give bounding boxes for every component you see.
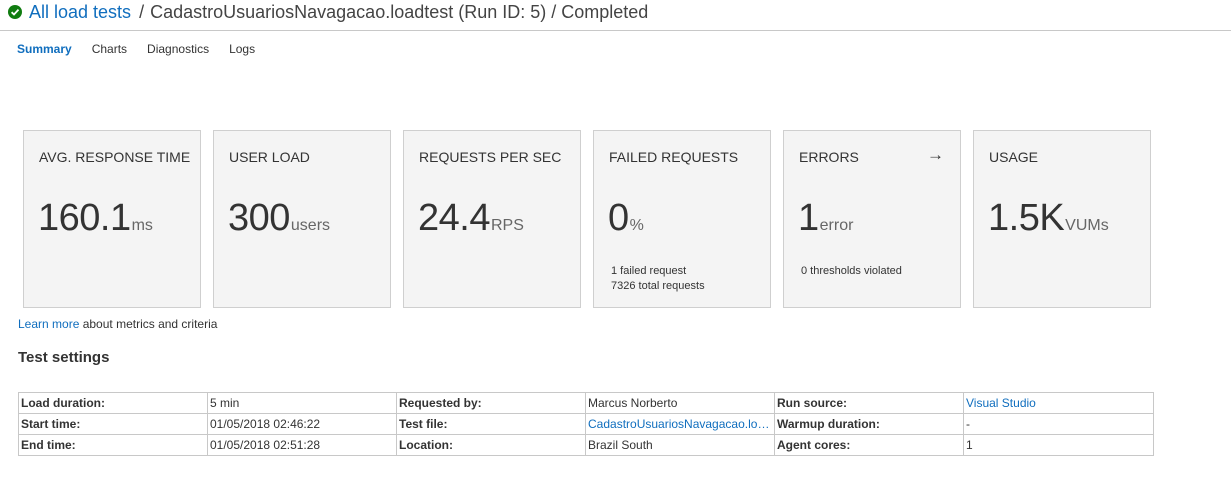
failed-request-count: 1 failed request [611,265,687,277]
tab-bar: Summary Charts Diagnostics Logs [17,42,275,56]
table-row: End time: 01/05/2018 02:51:28 Location: … [18,434,1154,456]
learn-more-line: Learn more about metrics and criteria [18,317,217,331]
all-load-tests-link[interactable]: All load tests [29,2,131,23]
thresholds-violated: 0 thresholds violated [801,265,902,277]
total-request-count: 7326 total requests [611,280,705,292]
page-title: CadastroUsuariosNavagacao.loadtest (Run … [150,1,649,22]
end-time-value: 01/05/2018 02:51:28 [207,434,397,456]
arrow-right-icon[interactable]: → [927,145,944,165]
requested-by-label: Requested by: [396,392,586,414]
requests-per-sec-card: REQUESTS PER SEC 24.4RPS [403,130,581,308]
errors-card[interactable]: ERRORS → 1error 0 thresholds violated [783,130,961,308]
metric-number: 300 [228,197,290,239]
load-duration-value: 5 min [207,392,397,414]
load-duration-label: Load duration: [18,392,208,414]
warmup-duration-label: Warmup duration: [774,413,964,435]
metric-unit: ms [131,217,153,234]
metric-number: 1.5K [988,197,1065,239]
run-source-link[interactable]: Visual Studio [963,392,1154,414]
card-value: 300users [228,197,330,240]
check-circle-icon [8,5,22,19]
test-file-label: Test file: [396,413,586,435]
metric-number: 160.1 [38,197,131,239]
usage-card: USAGE 1.5KVUMs [973,130,1151,308]
user-load-card: USER LOAD 300users [213,130,391,308]
metric-number: 0 [608,197,629,239]
tab-diagnostics[interactable]: Diagnostics [147,42,209,56]
learn-more-link[interactable]: Learn more [18,317,79,331]
requested-by-value: Marcus Norberto [585,392,775,414]
test-settings-table: Load duration: 5 min Requested by: Marcu… [18,392,1154,456]
metric-unit: RPS [490,217,524,234]
metric-unit: VUMs [1065,217,1109,234]
card-title: FAILED REQUESTS [609,149,739,165]
start-time-label: Start time: [18,413,208,435]
card-value: 0% [608,197,644,240]
card-title: ERRORS [799,149,859,165]
location-value: Brazil South [585,434,775,456]
card-title: REQUESTS PER SEC [419,149,562,165]
learn-more-text: about metrics and criteria [79,317,218,331]
start-time-value: 01/05/2018 02:46:22 [207,413,397,435]
table-row: Start time: 01/05/2018 02:46:22 Test fil… [18,413,1154,435]
location-label: Location: [396,434,586,456]
card-title: USAGE [989,149,1039,165]
agent-cores-value: 1 [963,434,1154,456]
agent-cores-label: Agent cores: [774,434,964,456]
metric-number: 24.4 [418,197,490,239]
avg-response-time-card: AVG. RESPONSE TIME 160.1ms [23,130,201,308]
breadcrumb-separator: / [139,1,145,22]
tab-summary[interactable]: Summary [17,42,72,56]
card-value: 24.4RPS [418,197,524,240]
failed-requests-card: FAILED REQUESTS 0% 1 failed request 7326… [593,130,771,308]
end-time-label: End time: [18,434,208,456]
warmup-duration-value: - [963,413,1154,435]
tab-charts[interactable]: Charts [92,42,127,56]
card-title: AVG. RESPONSE TIME [39,149,191,165]
card-title: USER LOAD [229,149,310,165]
card-value: 1error [798,197,853,240]
table-row: Load duration: 5 min Requested by: Marcu… [18,392,1154,414]
card-value: 1.5KVUMs [988,197,1109,240]
run-source-label: Run source: [774,392,964,414]
test-settings-heading: Test settings [18,349,110,366]
metric-unit: users [290,217,331,234]
tab-logs[interactable]: Logs [229,42,255,56]
metric-unit: error [819,217,854,234]
metric-number: 1 [798,197,819,239]
card-value: 160.1ms [38,197,153,240]
test-file-link[interactable]: CadastroUsuariosNavagacao.loadtest [585,413,775,435]
metric-unit: % [629,217,644,234]
breadcrumb: All load tests / CadastroUsuariosNavagac… [8,0,648,24]
header-divider [0,30,1231,31]
